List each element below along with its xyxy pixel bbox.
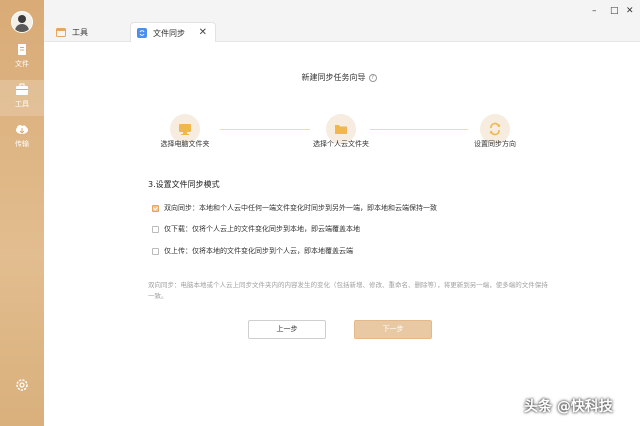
option-upload-only[interactable]: 仅上传：仅将本地的文件变化同步到个人云，即本地覆盖云端: [152, 246, 353, 256]
mode-description: 双向同步：电脑本地或个人云上同步文件夹内的内容发生的变化（包括新增、修改、重命名…: [148, 281, 548, 300]
page-title: 新建同步任务向导?: [44, 72, 634, 83]
sidebar: 文件 工具 传输: [0, 0, 44, 426]
option-label: 双向同步：本地和个人云中任何一端文件变化时同步到另外一端，即本地和云端保持一致: [164, 204, 437, 212]
sync-icon: [489, 122, 501, 136]
tab-bar: 工具 文件同步 ✕ – □ ✕: [44, 0, 640, 43]
sidebar-item-files[interactable]: 文件: [0, 40, 44, 76]
app-window: 文件 工具 传输 工具 文件同步 ✕ – □ ✕ 新建同步任务向导 ? 选择电脑…: [0, 0, 640, 426]
step-connector: [220, 129, 310, 130]
step-2-label: 选择个人云文件夹: [313, 140, 369, 148]
section-title: 3.设置文件同步模式: [148, 180, 220, 189]
next-button[interactable]: 下一步: [354, 320, 432, 339]
wizard-title: 新建同步任务向导: [301, 73, 366, 82]
avatar[interactable]: [11, 11, 33, 33]
watermark: 头条 @快科技: [524, 399, 613, 415]
folder-icon: [335, 125, 347, 134]
option-label: 仅上传：仅将本地的文件变化同步到个人云，即本地覆盖云端: [164, 247, 353, 255]
option-two-way[interactable]: 双向同步：本地和个人云中任何一端文件变化时同步到另外一端，即本地和云端保持一致: [152, 203, 437, 213]
toolbox-icon: [16, 83, 28, 95]
close-window-button[interactable]: ✕: [626, 6, 634, 16]
sync-wizard: 新建同步任务向导? 选择电脑文件夹 选择个人云文件夹 设置同步方向 3.设置文件…: [44, 42, 634, 426]
prev-button[interactable]: 上一步: [248, 320, 326, 339]
avatar-body: [15, 24, 29, 32]
sidebar-item-label: 传输: [15, 140, 29, 148]
step-1-label: 选择电脑文件夹: [160, 140, 210, 148]
help-icon[interactable]: ?: [368, 74, 377, 82]
checkbox-download-only[interactable]: [152, 225, 159, 233]
tab-file-sync[interactable]: 文件同步 ✕: [130, 22, 216, 43]
option-download-only[interactable]: 仅下载：仅将个人云上的文件变化同步到本地，即云端覆盖本地: [152, 224, 360, 234]
minimize-button[interactable]: –: [592, 6, 597, 16]
sidebar-item-tools[interactable]: 工具: [0, 80, 44, 116]
sidebar-item-label: 文件: [15, 60, 29, 68]
step-3-label: 设置同步方向: [474, 140, 516, 148]
file-icon: [18, 44, 26, 55]
tab-label: 文件同步: [153, 28, 185, 38]
tab-tools[interactable]: 工具: [52, 22, 132, 42]
tab-label: 工具: [72, 27, 88, 37]
avatar-head: [18, 15, 26, 23]
sidebar-item-label: 工具: [15, 100, 29, 108]
maximize-button[interactable]: □: [610, 6, 619, 16]
gear-icon[interactable]: [15, 378, 29, 392]
checkbox-upload-only[interactable]: [152, 247, 159, 255]
checkbox-two-way[interactable]: [152, 204, 159, 212]
cloud-transfer-icon: [16, 125, 28, 134]
sidebar-item-transfer[interactable]: 传输: [0, 120, 44, 156]
option-label: 仅下载：仅将个人云上的文件变化同步到本地，即云端覆盖本地: [164, 225, 360, 233]
calendar-icon: [56, 28, 66, 37]
sync-file-icon: [137, 28, 147, 38]
close-icon[interactable]: ✕: [199, 27, 207, 38]
step-connector: [370, 129, 468, 130]
monitor-icon: [179, 124, 191, 135]
